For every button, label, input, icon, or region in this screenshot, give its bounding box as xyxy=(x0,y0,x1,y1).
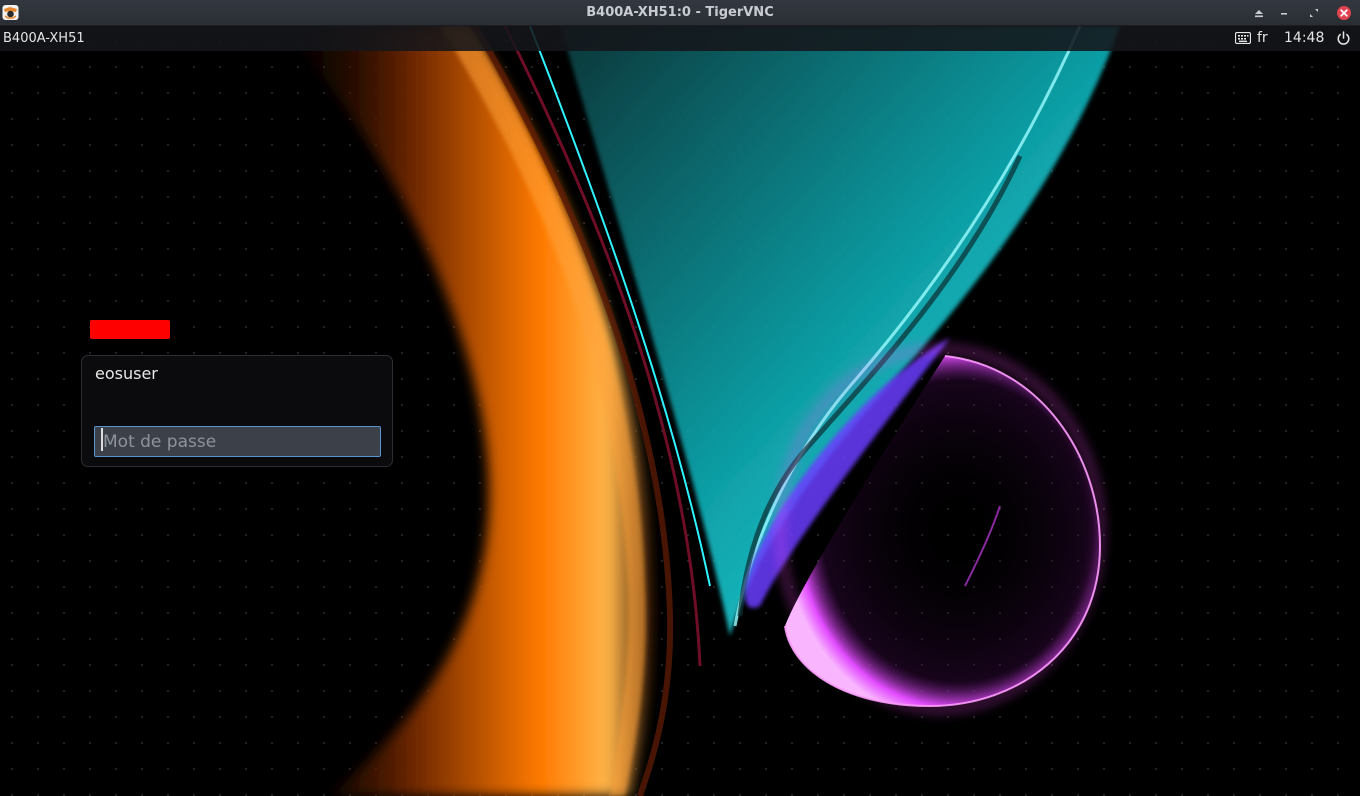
window-titlebar[interactable]: B400A-XH51:0 - TigerVNC xyxy=(0,0,1360,26)
login-box: eosuser xyxy=(81,355,393,467)
greeter-top-panel: B400A-XH51 fr 14:48 xyxy=(0,26,1360,51)
close-icon[interactable] xyxy=(1335,4,1353,22)
shade-icon[interactable] xyxy=(1250,4,1268,22)
username-label[interactable]: eosuser xyxy=(95,364,158,383)
minimize-icon[interactable] xyxy=(1275,4,1293,22)
hostname-label: B400A-XH51 xyxy=(3,31,85,46)
text-cursor xyxy=(101,428,103,451)
vnc-window: B400A-XH51:0 - TigerVNC B400A-XH51 fr 14… xyxy=(0,0,1360,796)
window-title: B400A-XH51:0 - TigerVNC xyxy=(586,5,774,20)
user-badge xyxy=(90,320,170,339)
remote-desktop[interactable]: B400A-XH51 fr 14:48 eosuser xyxy=(0,26,1360,796)
password-field[interactable] xyxy=(94,426,381,457)
keyboard-icon[interactable] xyxy=(1235,32,1251,44)
clock: 14:48 xyxy=(1284,30,1325,46)
maximize-icon[interactable] xyxy=(1305,4,1323,22)
power-icon[interactable] xyxy=(1336,31,1351,46)
keyboard-layout-indicator[interactable]: fr xyxy=(1257,26,1268,51)
